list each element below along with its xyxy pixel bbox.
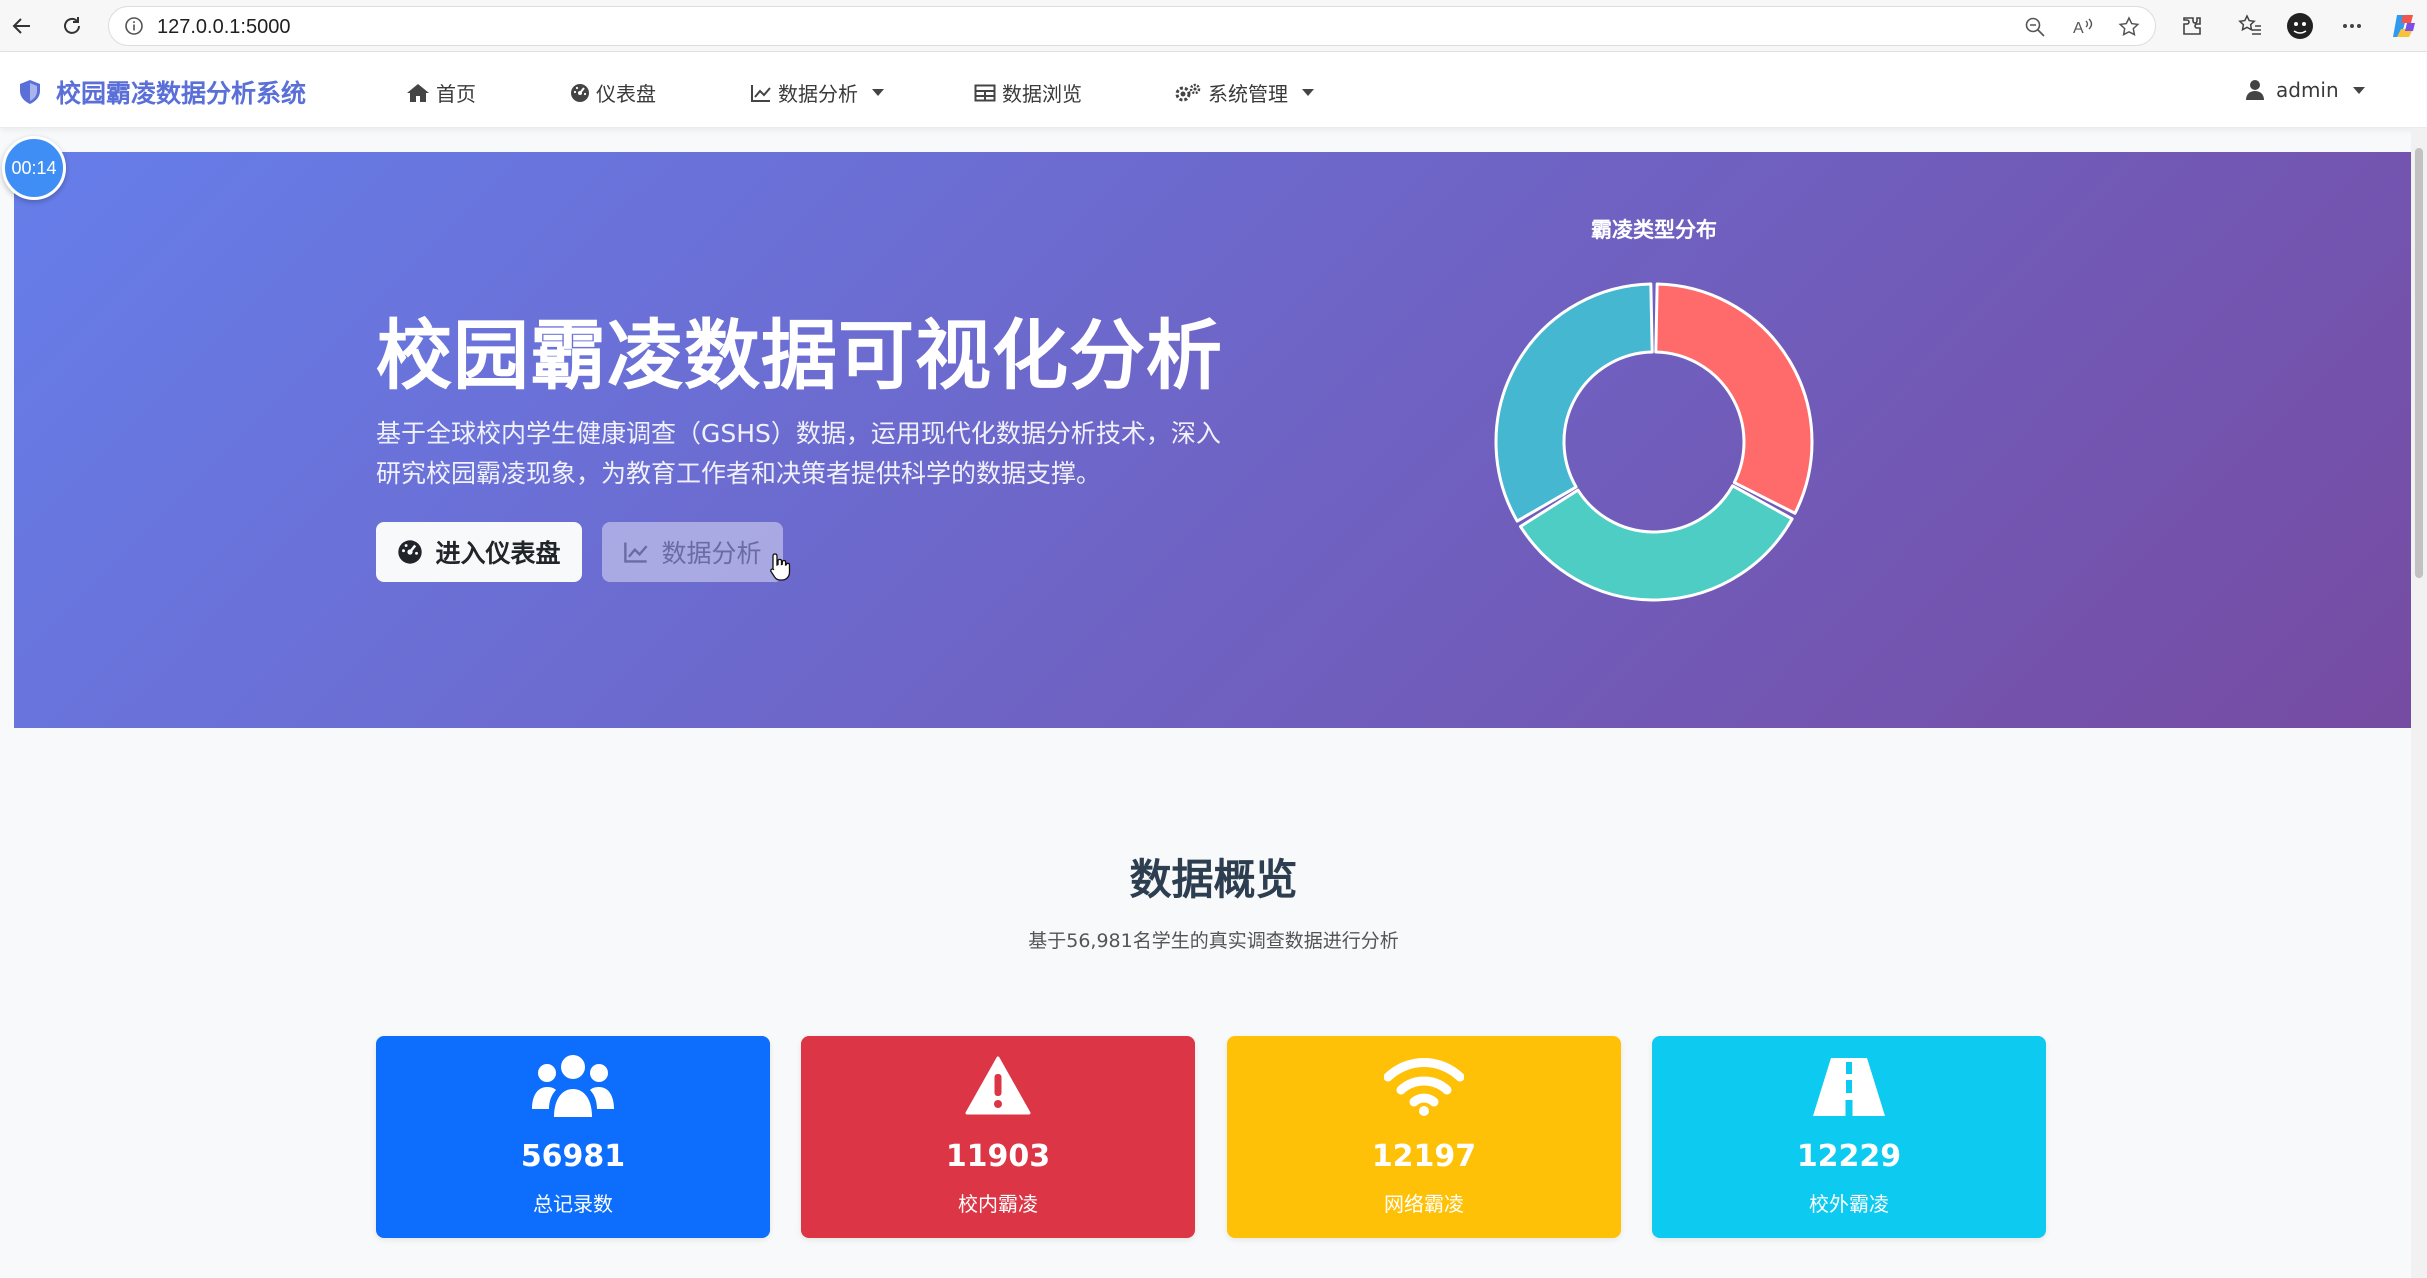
overview-title: 数据概览 bbox=[1129, 855, 1298, 904]
stat-card-online: 12197 网络霸凌 bbox=[1227, 1036, 1621, 1238]
chevron-down-icon bbox=[872, 89, 884, 96]
user-menu[interactable]: admin bbox=[2246, 78, 2365, 102]
nav-analysis-label: 数据分析 bbox=[778, 82, 858, 106]
stat-value: 11903 bbox=[945, 1139, 1051, 1174]
road-icon bbox=[1652, 1048, 2046, 1124]
stat-label: 校内霸凌 bbox=[958, 1192, 1038, 1216]
scrollbar-thumb[interactable] bbox=[2415, 148, 2423, 578]
nav-browse-label: 数据浏览 bbox=[1002, 82, 1082, 106]
chart-title: 霸凌类型分布 bbox=[1591, 218, 1717, 242]
hero-description: 基于全球校内学生健康调查（GSHS）数据，运用现代化数据分析技术，深入研究校园霸… bbox=[376, 419, 1221, 488]
reload-icon[interactable] bbox=[54, 8, 90, 44]
shield-icon bbox=[20, 80, 40, 104]
stat-label: 总记录数 bbox=[533, 1192, 613, 1216]
user-name: admin bbox=[2276, 78, 2339, 102]
cogs-icon bbox=[1175, 83, 1201, 101]
more-options-icon[interactable] bbox=[2336, 10, 2368, 42]
favorites-icon[interactable] bbox=[2234, 10, 2266, 42]
nav-system-label: 系统管理 bbox=[1208, 82, 1288, 106]
bullying-type-donut-chart bbox=[1494, 282, 1814, 602]
browser-toolbar: 127.0.0.1:5000 A bbox=[0, 0, 2427, 52]
extensions-icon[interactable] bbox=[2176, 10, 2208, 42]
enter-dashboard-button[interactable]: 进入仪表盘 bbox=[376, 522, 582, 582]
stat-label: 网络霸凌 bbox=[1384, 1192, 1464, 1216]
nav-browse[interactable]: 数据浏览 bbox=[974, 78, 1082, 107]
stat-value: 12229 bbox=[1796, 1139, 1902, 1174]
stat-card-total: 56981 总记录数 bbox=[376, 1036, 770, 1238]
site-info-icon[interactable] bbox=[123, 15, 145, 41]
profile-avatar-icon[interactable] bbox=[2284, 10, 2316, 42]
warning-icon bbox=[801, 1048, 1195, 1124]
line-chart-icon bbox=[624, 542, 649, 563]
nav-dashboard[interactable]: 仪表盘 bbox=[570, 78, 656, 107]
chevron-down-icon bbox=[2352, 86, 2365, 94]
user-icon bbox=[2246, 80, 2264, 100]
copilot-icon[interactable] bbox=[2388, 10, 2420, 42]
brand-title: 校园霸凌数据分析系统 bbox=[56, 79, 307, 108]
wifi-icon bbox=[1227, 1048, 1621, 1124]
stat-label: 校外霸凌 bbox=[1809, 1192, 1889, 1216]
chevron-down-icon bbox=[1302, 89, 1314, 96]
overview-subtitle: 基于56,981名学生的真实调查数据进行分析 bbox=[1028, 930, 1399, 952]
page-scrollbar[interactable] bbox=[2411, 128, 2427, 1278]
nav-dashboard-label: 仪表盘 bbox=[596, 82, 656, 106]
table-icon bbox=[974, 84, 996, 101]
data-analysis-label: 数据分析 bbox=[661, 539, 762, 568]
hand-cursor-icon bbox=[770, 553, 791, 581]
timer-badge: 00:14 bbox=[2, 136, 66, 200]
stat-card-campus: 11903 校内霸凌 bbox=[801, 1036, 1195, 1238]
donut-slice[interactable] bbox=[1654, 282, 1814, 515]
nav-system-dropdown[interactable]: 系统管理 bbox=[1174, 78, 1314, 107]
data-analysis-button[interactable]: 数据分析 bbox=[602, 522, 783, 582]
donut-slice[interactable] bbox=[1518, 484, 1794, 602]
read-aloud-icon[interactable]: A bbox=[2071, 15, 2095, 39]
line-chart-icon bbox=[751, 84, 771, 102]
app-navbar: 校园霸凌数据分析系统 首页 仪表盘 数据分析 数据浏览 系统管理 admin bbox=[0, 52, 2427, 128]
nav-analysis-dropdown[interactable]: 数据分析 bbox=[750, 78, 884, 107]
users-icon bbox=[376, 1048, 770, 1124]
zoom-icon[interactable] bbox=[2023, 15, 2047, 39]
stat-value: 56981 bbox=[520, 1139, 626, 1174]
url-text: 127.0.0.1:5000 bbox=[157, 16, 291, 38]
address-bar[interactable]: 127.0.0.1:5000 A bbox=[108, 6, 2156, 46]
stat-card-offcampus: 12229 校外霸凌 bbox=[1652, 1036, 2046, 1238]
back-icon[interactable] bbox=[4, 8, 40, 44]
stat-value: 12197 bbox=[1371, 1139, 1477, 1174]
favorite-star-icon[interactable] bbox=[2117, 15, 2141, 39]
hero-section: 校园霸凌数据可视化分析 基于全球校内学生健康调查（GSHS）数据，运用现代化数据… bbox=[14, 152, 2411, 728]
home-icon bbox=[407, 83, 429, 102]
hero-title: 校园霸凌数据可视化分析 bbox=[376, 311, 1223, 400]
nav-home-label: 首页 bbox=[436, 82, 476, 106]
svg-text:A: A bbox=[2073, 20, 2084, 37]
brand[interactable]: 校园霸凌数据分析系统 bbox=[18, 74, 306, 110]
dashboard-icon bbox=[571, 83, 589, 102]
enter-dashboard-label: 进入仪表盘 bbox=[435, 539, 561, 568]
nav-home[interactable]: 首页 bbox=[406, 78, 476, 107]
donut-slice[interactable] bbox=[1494, 282, 1654, 523]
dashboard-icon bbox=[398, 540, 423, 564]
